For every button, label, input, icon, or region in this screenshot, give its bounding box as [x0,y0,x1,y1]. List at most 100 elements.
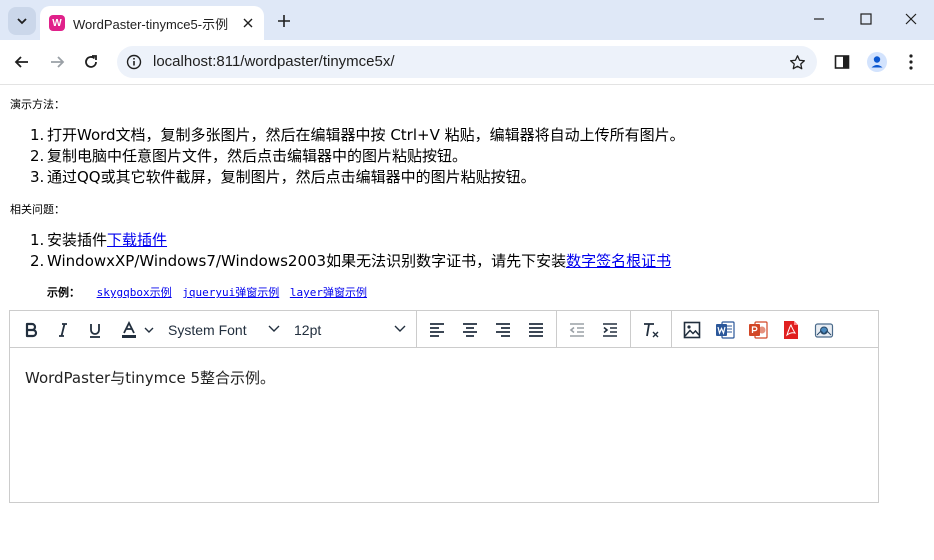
list-item: 2. 复制电脑中任意图片文件，然后点击编辑器中的图片粘贴按钮。 [30,146,685,167]
faq-list: 1. 安装插件 下载插件 2. WindowxXP/Windows7/Windows2… [30,230,671,272]
list-text: 安装插件 [47,231,108,249]
list-text: 通过QQ或其它软件截屏，复制图片，然后点击编辑器中的图片粘贴按钮。 [47,168,536,186]
editor-toolbar: System Font 12pt [10,311,878,348]
profile-avatar-icon [867,52,887,72]
arrow-right-icon [51,56,65,68]
pdf-icon [784,321,798,339]
reload-icon [85,55,97,68]
align-right-icon [496,323,510,337]
text-color-button[interactable] [115,316,159,344]
chevron-down-icon [394,325,406,332]
list-item: 1. 打开Word文档，复制多张图片，然后在编辑器中按 Ctrl+V 粘贴，编辑器… [30,125,685,146]
faq-heading: 相关问题： [10,203,65,216]
list-text: WindowxXP/Windows7/Windows2003如果无法识别数字证书… [47,252,567,270]
import-pdf-button[interactable] [777,316,805,344]
bookmark-button[interactable] [787,52,807,72]
import-word-button[interactable] [711,316,739,344]
root-certificate-link[interactable]: 数字签名根证书 [566,251,671,272]
tab-search-button[interactable] [8,7,36,35]
clear-formatting-icon [644,323,659,338]
outdent-button[interactable] [563,316,591,344]
page-content: 演示方法： 1. 打开Word文档，复制多张图片，然后在编辑器中按 Ctrl+V … [0,86,934,560]
star-icon [789,54,805,69]
font-size-select[interactable]: 12pt [294,316,406,344]
browser-tab-active[interactable]: W WordPaster-tinymce5-示例 [40,6,264,40]
underline-icon [90,324,100,338]
forward-button[interactable] [43,48,71,76]
image-icon [683,321,701,339]
side-panel-icon [834,55,850,69]
align-left-icon [430,323,444,337]
list-item: 2. WindowxXP/Windows7/Windows2003如果无法识别数字… [30,251,671,272]
toolbar-separator [630,311,631,348]
screenshot-button[interactable] [810,316,838,344]
bold-button[interactable] [17,316,45,344]
site-info-icon [126,54,142,70]
toolbar-separator [671,311,672,348]
italic-button[interactable] [49,316,77,344]
url-text[interactable]: localhost:811/wordpaster/tinymce5x/ [153,53,395,70]
new-tab-button[interactable] [272,9,296,33]
side-panel-button[interactable] [828,48,856,76]
site-info-button[interactable] [123,51,145,73]
indent-icon [603,323,617,337]
list-text: 复制电脑中任意图片文件，然后点击编辑器中的图片粘贴按钮。 [47,147,468,165]
address-bar[interactable]: localhost:811/wordpaster/tinymce5x/ [117,46,817,78]
toolbar-separator [416,311,417,348]
back-button[interactable] [8,48,36,76]
tab-close-button[interactable] [240,15,256,31]
text-color-icon [122,321,136,338]
jqueryui-example-link[interactable]: jqueryui弹窗示例 [182,286,279,299]
paste-image-button[interactable] [678,316,706,344]
skygqbox-example-link[interactable]: skygqbox示例 [97,286,172,299]
maximize-button[interactable] [846,4,886,34]
menu-button[interactable] [897,48,925,76]
window-close-button[interactable] [891,4,931,34]
tab-title: WordPaster-tinymce5-示例 [73,16,229,32]
chevron-down-icon [268,325,280,332]
demo-steps-list: 1. 打开Word文档，复制多张图片，然后在编辑器中按 Ctrl+V 粘贴，编辑器… [30,125,685,188]
maximize-icon [860,13,872,25]
close-icon [243,18,253,28]
profile-button[interactable] [863,48,891,76]
minimize-icon [814,18,824,20]
powerpoint-icon [749,321,768,339]
align-justify-icon [529,323,543,337]
list-number: 1. [30,231,45,249]
font-size-value: 12pt [294,322,322,338]
plus-icon [278,15,290,27]
align-justify-button[interactable] [522,316,550,344]
list-number: 2. [30,147,45,165]
tinymce-editor: System Font 12pt WordPaster与tinymce 5整合示… [9,310,879,503]
list-item: 1. 安装插件 下载插件 [30,230,671,251]
browser-toolbar: localhost:811/wordpaster/tinymce5x/ [0,40,934,85]
indent-button[interactable] [596,316,624,344]
chevron-down-icon [144,327,154,333]
layer-example-link[interactable]: layer弹窗示例 [290,286,367,299]
import-ppt-button[interactable] [744,316,772,344]
editor-content[interactable]: WordPaster与tinymce 5整合示例。 [25,367,275,388]
reload-button[interactable] [77,48,105,76]
align-left-button[interactable] [423,316,451,344]
list-number: 1. [30,126,45,144]
close-icon [905,13,917,25]
arrow-left-icon [14,56,28,68]
download-plugin-link[interactable]: 下载插件 [107,230,167,251]
font-family-value: System Font [168,322,247,338]
list-text: 打开Word文档，复制多张图片，然后在编辑器中按 Ctrl+V 粘贴，编辑器将自… [47,126,685,144]
font-family-select[interactable]: System Font [168,316,280,344]
minimize-button[interactable] [799,4,839,34]
screenshot-icon [814,323,834,338]
align-right-button[interactable] [489,316,517,344]
chevron-down-icon [17,18,27,25]
favicon-icon: W [49,15,65,31]
align-center-button[interactable] [456,316,484,344]
outdent-icon [569,323,584,337]
demo-heading: 演示方法： [10,98,65,111]
examples-label: 示例： [47,286,80,299]
clear-formatting-button[interactable] [637,316,665,344]
list-number: 2. [30,252,45,270]
align-center-icon [463,323,477,337]
underline-button[interactable] [81,316,109,344]
list-item: 3. 通过QQ或其它软件截屏，复制图片，然后点击编辑器中的图片粘贴按钮。 [30,167,685,188]
